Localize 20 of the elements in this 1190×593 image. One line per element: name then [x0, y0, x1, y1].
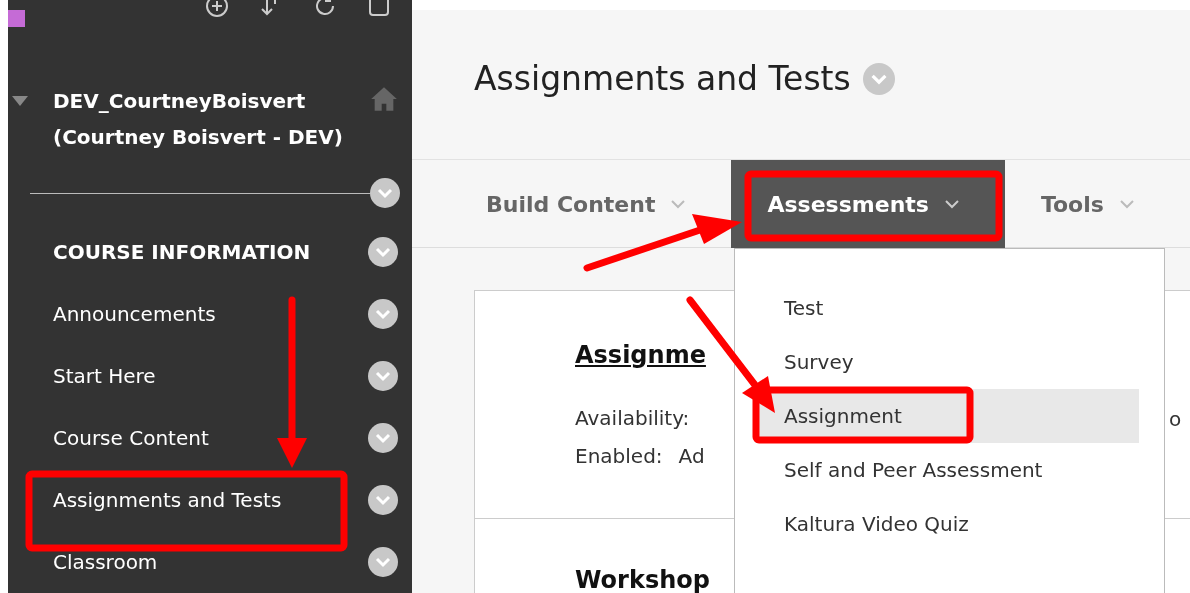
menu-link[interactable]: Start Here — [53, 364, 156, 388]
item-title-link[interactable]: Assignme — [575, 341, 706, 369]
menu-link[interactable]: Classroom — [53, 549, 158, 574]
detail-text: o — [1169, 407, 1182, 431]
course-title[interactable]: DEV_CourtneyBoisvert (Courtney Boisvert - DEV) — [53, 83, 373, 156]
menu-item[interactable]: Kaltura Video Quiz — [735, 497, 1139, 551]
menu-link[interactable]: Announcements — [53, 302, 216, 327]
menu-link[interactable]: Assignments and Tests — [53, 488, 282, 512]
menu-tab[interactable]: Tools — [1004, 160, 1180, 248]
menu-link[interactable]: Course Content — [53, 426, 209, 450]
page-title: Assignments and Tests — [474, 59, 851, 98]
detail-value: Ad — [678, 443, 705, 470]
section-heading: COURSE INFORMATION — [53, 240, 311, 265]
menu-item[interactable]: Survey — [735, 335, 1139, 389]
menu-item[interactable]: Test — [735, 281, 1139, 335]
item-title-link[interactable]: Workshop — [575, 566, 710, 593]
menu-tab[interactable]: Build Content — [450, 160, 732, 248]
menu-item[interactable]: Self and Peer Assessment — [735, 443, 1139, 497]
detail-label: Enabled: — [575, 443, 663, 470]
detail-label: Availability: — [575, 405, 690, 432]
